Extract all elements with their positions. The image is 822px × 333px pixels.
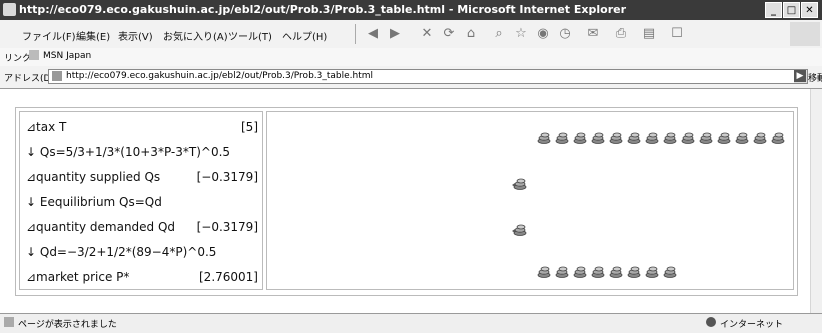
coin-stack-icon [625,263,641,278]
page-icon [29,50,39,60]
row-qd: ⊿quantity demanded Qd [−0.3179] [26,218,258,238]
coin-stack-icon [571,263,587,278]
coin-stack-icon [643,129,659,144]
coin-arrow-icon [511,221,527,236]
forward-icon[interactable]: ▶ [386,25,404,43]
row-value: [−0.3179] [196,170,258,184]
row-label: ⊿tax T [26,120,67,134]
menu-file[interactable]: ファイル(F) [22,28,76,43]
page-icon [4,317,14,327]
windows-logo-icon [790,22,820,46]
row-label: ↓ Qs=5/3+1/3*(10+3*P-3*T)^0.5 [26,145,231,159]
print-icon[interactable]: ⎙ [612,25,630,43]
status-text: ページが表示されました [18,320,117,330]
coin-stack-icon [661,263,677,278]
ie-icon [3,3,16,16]
stop-icon[interactable]: ✕ [418,25,436,43]
link-msn[interactable]: MSN Japan [43,51,91,61]
vertical-scrollbar[interactable] [810,89,822,313]
search-icon[interactable]: ⌕ [490,25,508,43]
history-icon[interactable]: ◷ [556,25,574,43]
coin-stack-icon [715,129,731,144]
window-title: http://eco079.eco.gakushuin.ac.jp/ebl2/o… [19,3,627,16]
address-url: http://eco079.eco.gakushuin.ac.jp/ebl2/o… [66,71,374,81]
row-equilibrium: ↓ Eequilibrium Qs=Qd [26,193,258,213]
coin-stack-icon [607,129,623,144]
menu-bar: ファイル(F) 編集(E) 表示(V) お気に入り(A) ツール(T) ヘルプ(… [0,20,822,49]
media-icon[interactable]: ◉ [534,25,552,43]
toolbar-divider [355,24,356,44]
row-label: ⊿quantity demanded Qd [26,220,176,234]
coin-stack-icon [553,263,569,278]
equation-panel: ⊿tax T [5] ↓ Qs=5/3+1/3*(10+3*P-3*T)^0.5… [19,111,263,290]
mail-icon[interactable]: ✉ [584,25,602,43]
back-icon[interactable]: ◀ [364,25,382,43]
refresh-icon[interactable]: ⟳ [440,25,458,43]
coin-stack-icon [571,129,587,144]
coin-stack-icon [589,263,605,278]
row-value: [5] [241,120,258,134]
zone-text: インターネット [720,320,784,330]
coin-stack-icon [535,263,551,278]
row-tax: ⊿tax T [5] [26,118,258,138]
links-bar: リンク MSN Japan [0,48,822,67]
maximize-button[interactable]: □ [783,2,800,18]
status-bar: ページが表示されました インターネット [0,313,822,333]
title-bar: http://eco079.eco.gakushuin.ac.jp/ebl2/o… [0,0,822,20]
address-label: アドレス(D) [4,74,54,84]
row-label: ↓ Qd=−3/2+1/2*(89−4*P)^0.5 [26,245,217,259]
edit-icon[interactable]: ▤ [640,25,658,43]
coin-stack-icon [751,129,767,144]
coin-stack-icon [679,129,695,144]
coin-stack-icon [769,129,785,144]
coin-stack-icon [661,129,677,144]
coin-arrow-icon [511,175,527,190]
coin-stack-icon [733,129,749,144]
row-value: [−0.3179] [196,220,258,234]
coin-stack-icon [553,129,569,144]
coin-stack-icon [643,263,659,278]
go-arrow-icon[interactable]: ▶ [794,70,806,82]
address-bar: アドレス(D) http://eco079.eco.gakushuin.ac.j… [0,66,822,89]
row-label: ⊿market price P* [26,270,130,284]
menu-view[interactable]: 表示(V) [118,28,153,43]
icon-visual-panel [266,111,794,290]
favorites-icon[interactable]: ☆ [512,25,530,43]
page-icon [52,71,62,81]
go-button[interactable]: 移動 [808,71,822,84]
coin-stack-icon [535,129,551,144]
coin-stack-icon [589,129,605,144]
menu-tools[interactable]: ツール(T) [228,28,272,43]
links-label: リンク [4,54,32,64]
home-icon[interactable]: ⌂ [462,25,480,43]
menu-help[interactable]: ヘルプ(H) [282,28,327,43]
discuss-icon[interactable]: ☐ [668,25,686,43]
address-input[interactable]: http://eco079.eco.gakushuin.ac.jp/ebl2/o… [48,69,808,84]
row-label: ↓ Eequilibrium Qs=Qd [26,195,162,209]
row-value: [2.76001] [199,270,258,284]
row-qs: ⊿quantity supplied Qs [−0.3179] [26,168,258,188]
coin-stack-icon [607,263,623,278]
menu-edit[interactable]: 編集(E) [76,28,110,43]
coin-stack-icon [625,129,641,144]
menu-favorites[interactable]: お気に入り(A) [163,28,228,43]
row-label: ⊿quantity supplied Qs [26,170,161,184]
minimize-button[interactable]: _ [765,2,782,18]
close-button[interactable]: ✕ [801,2,818,18]
coin-stack-icon [697,129,713,144]
globe-icon [706,317,716,327]
row-demand-eq: ↓ Qd=−3/2+1/2*(89−4*P)^0.5 [26,243,258,263]
row-price: ⊿market price P* [2.76001] [26,268,258,288]
row-supply-eq: ↓ Qs=5/3+1/3*(10+3*P-3*T)^0.5 [26,143,258,163]
